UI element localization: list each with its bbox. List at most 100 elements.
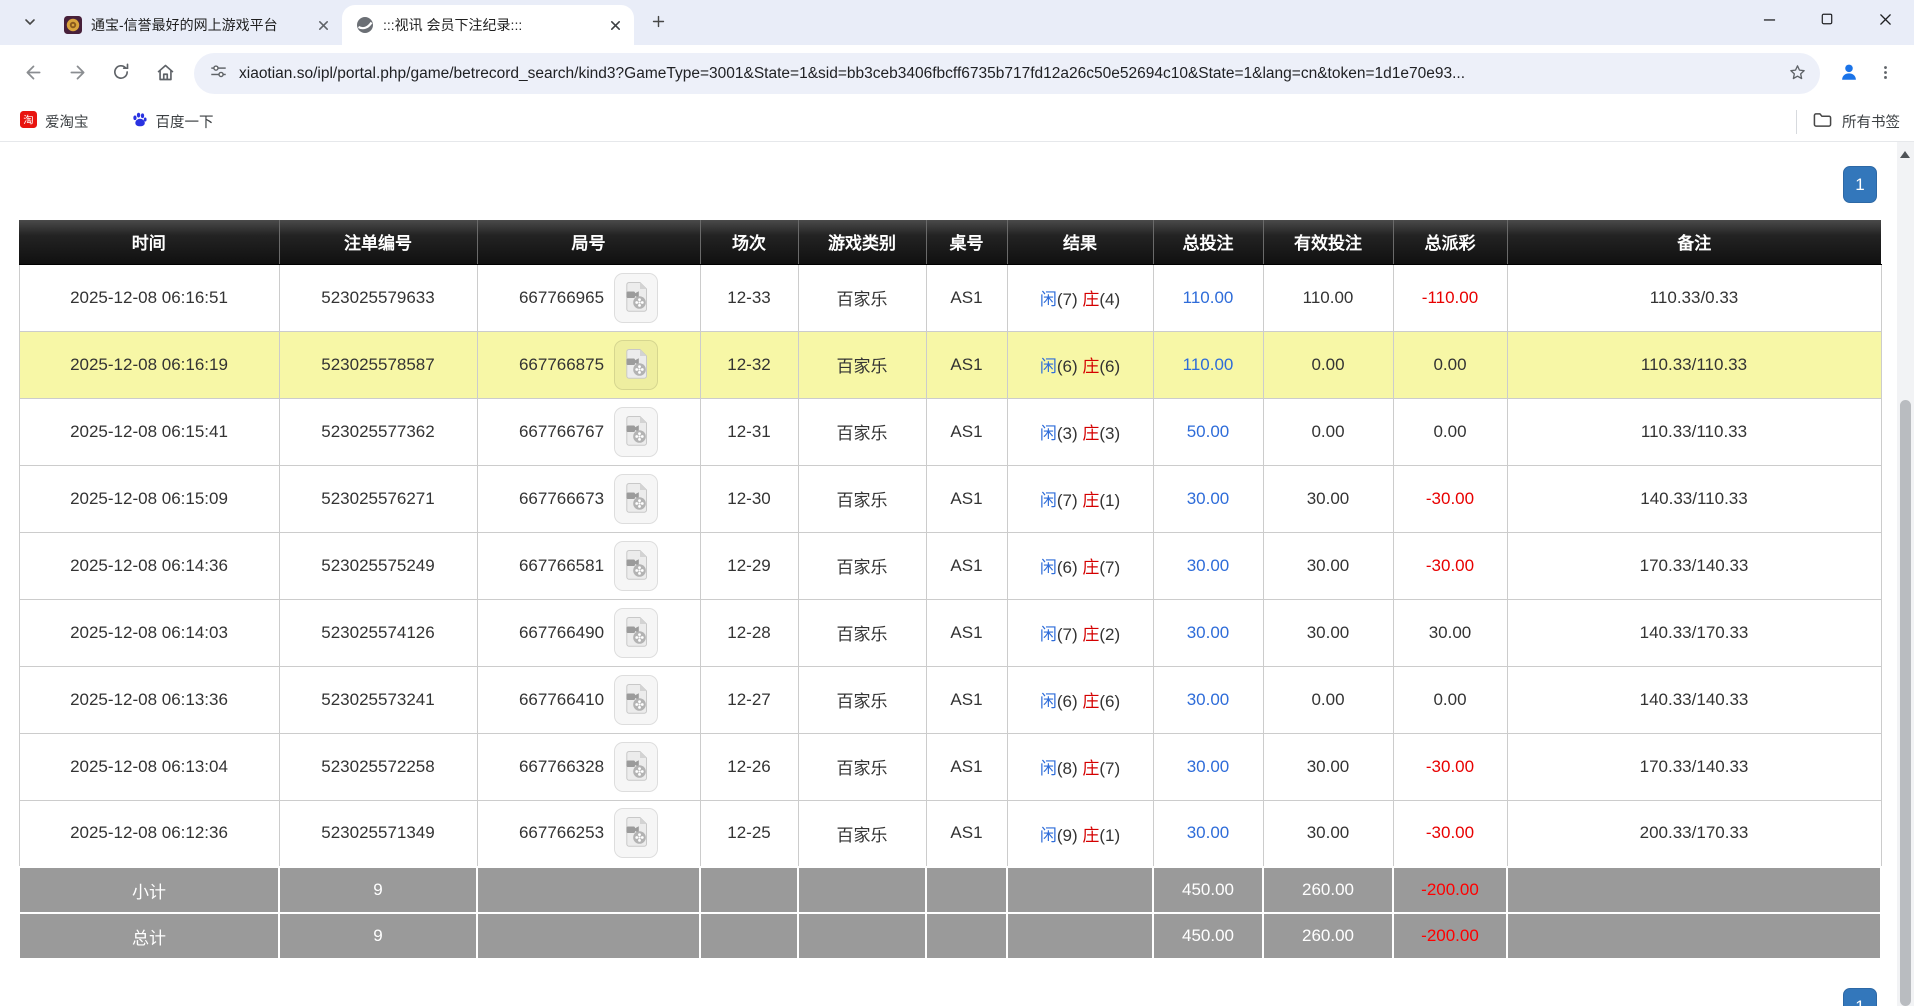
scrollbar[interactable] — [1897, 142, 1914, 1006]
scrollbar-thumb[interactable] — [1900, 400, 1911, 1006]
header-note: 备注 — [1507, 220, 1881, 264]
video-replay-icon — [623, 683, 649, 717]
table-row[interactable]: 2025-12-08 06:14:36523025575249667766581… — [19, 532, 1881, 599]
cell-round-no: 667766581 — [477, 532, 700, 599]
table-row[interactable]: 2025-12-08 06:15:09523025576271667766673… — [19, 465, 1881, 532]
bookmark-aitaobao[interactable]: 淘 爱淘宝 — [14, 107, 95, 136]
forward-button[interactable] — [56, 53, 98, 95]
page-content: 1 时间 注单编号 局号 场次 游戏类别 桌号 结果 总投注 有效投注 总派彩 … — [0, 142, 1914, 1006]
profile-button[interactable] — [1832, 57, 1866, 91]
cell-note: 140.33/140.33 — [1507, 666, 1881, 733]
cell-time: 2025-12-08 06:14:36 — [19, 532, 279, 599]
table-row[interactable]: 2025-12-08 06:16:19523025578587667766875… — [19, 331, 1881, 398]
cell-time: 2025-12-08 06:12:36 — [19, 800, 279, 867]
video-replay-button[interactable] — [614, 474, 658, 524]
cell-session: 12-33 — [700, 264, 798, 331]
video-replay-button[interactable] — [614, 541, 658, 591]
tab-strip: 通宝-信誉最好的网上游戏平台 :::视讯 会员下注纪录::: — [0, 0, 1914, 45]
cell-payout: -30.00 — [1393, 733, 1507, 800]
svg-text:淘: 淘 — [23, 113, 33, 126]
cell-payout: 0.00 — [1393, 331, 1507, 398]
table-row[interactable]: 2025-12-08 06:12:36523025571349667766253… — [19, 800, 1881, 867]
tab-close-button[interactable] — [604, 14, 626, 36]
cell-time: 2025-12-08 06:15:09 — [19, 465, 279, 532]
video-replay-button[interactable] — [614, 273, 658, 323]
scroll-up-arrow-icon[interactable] — [1900, 151, 1910, 158]
cell-game-type: 百家乐 — [798, 733, 926, 800]
cell-note: 110.33/0.33 — [1507, 264, 1881, 331]
reload-button[interactable] — [100, 53, 142, 95]
cell-round-no: 667766767 — [477, 398, 700, 465]
cell-session: 12-28 — [700, 599, 798, 666]
tab-search-button[interactable] — [12, 5, 48, 41]
video-replay-button[interactable] — [614, 608, 658, 658]
chevron-down-icon — [22, 14, 38, 33]
cell-round-no: 667766673 — [477, 465, 700, 532]
all-bookmarks[interactable]: 所有书签 — [1796, 110, 1900, 134]
tab-close-button[interactable] — [312, 14, 334, 36]
cell-table-no: AS1 — [926, 800, 1007, 867]
browser-tab-betrecord[interactable]: :::视讯 会员下注纪录::: — [342, 5, 634, 45]
round-no-text: 667766490 — [519, 623, 604, 643]
cell-empty — [798, 867, 926, 913]
bookmark-baidu[interactable]: 百度一下 — [125, 107, 220, 136]
video-replay-button[interactable] — [614, 407, 658, 457]
cell-valid-bet: 30.00 — [1263, 532, 1393, 599]
cell-empty — [477, 913, 700, 959]
cell-note: 170.33/140.33 — [1507, 733, 1881, 800]
home-button[interactable] — [144, 53, 186, 95]
table-header: 时间 注单编号 局号 场次 游戏类别 桌号 结果 总投注 有效投注 总派彩 备注 — [19, 220, 1881, 264]
round-no-text: 667766767 — [519, 422, 604, 442]
table-row[interactable]: 2025-12-08 06:14:03523025574126667766490… — [19, 599, 1881, 666]
cell-session: 12-27 — [700, 666, 798, 733]
browser-menu-button[interactable] — [1868, 57, 1902, 91]
video-replay-button[interactable] — [614, 808, 658, 858]
cell-bet-no: 523025572258 — [279, 733, 477, 800]
video-replay-icon — [623, 348, 649, 382]
round-no-text: 667766410 — [519, 690, 604, 710]
address-bar[interactable]: xiaotian.so/ipl/portal.php/game/betrecor… — [194, 53, 1820, 94]
pagination-button-bottom[interactable]: 1 — [1843, 988, 1877, 1006]
table-row[interactable]: 2025-12-08 06:13:04523025572258667766328… — [19, 733, 1881, 800]
cell-payout: -30.00 — [1393, 800, 1507, 867]
subtotal-label: 小计 — [19, 867, 279, 913]
cell-result: 闲(9) 庄(1) — [1007, 800, 1153, 867]
cell-bet-no: 523025578587 — [279, 331, 477, 398]
table-row[interactable]: 2025-12-08 06:15:41523025577362667766767… — [19, 398, 1881, 465]
cell-bet-no: 523025577362 — [279, 398, 477, 465]
cell-valid-bet: 30.00 — [1263, 800, 1393, 867]
video-replay-icon — [623, 816, 649, 850]
header-game-type: 游戏类别 — [798, 220, 926, 264]
url-text[interactable]: xiaotian.so/ipl/portal.php/game/betrecor… — [239, 65, 1768, 83]
total-total-bet: 450.00 — [1153, 913, 1263, 959]
header-table-no: 桌号 — [926, 220, 1007, 264]
round-no-text: 667766965 — [519, 288, 604, 308]
site-settings-icon[interactable] — [210, 63, 227, 85]
cell-table-no: AS1 — [926, 465, 1007, 532]
cell-time: 2025-12-08 06:14:03 — [19, 599, 279, 666]
cell-bet-no: 523025575249 — [279, 532, 477, 599]
cell-note: 200.33/170.33 — [1507, 800, 1881, 867]
close-window-button[interactable] — [1856, 0, 1914, 38]
video-replay-button[interactable] — [614, 675, 658, 725]
video-replay-icon — [623, 549, 649, 583]
video-replay-icon — [623, 415, 649, 449]
video-replay-button[interactable] — [614, 742, 658, 792]
table-row[interactable]: 2025-12-08 06:13:36523025573241667766410… — [19, 666, 1881, 733]
table-row[interactable]: 2025-12-08 06:16:51523025579633667766965… — [19, 264, 1881, 331]
browser-tab-tongbao[interactable]: 通宝-信誉最好的网上游戏平台 — [50, 5, 342, 45]
video-replay-button[interactable] — [614, 340, 658, 390]
pagination-button-top[interactable]: 1 — [1843, 166, 1877, 203]
forward-arrow-icon — [67, 62, 88, 86]
new-tab-button[interactable] — [640, 5, 676, 41]
header-valid-bet: 有效投注 — [1263, 220, 1393, 264]
header-total-bet: 总投注 — [1153, 220, 1263, 264]
taobao-icon: 淘 — [20, 111, 37, 132]
minimize-button[interactable] — [1740, 0, 1798, 38]
maximize-button[interactable] — [1798, 0, 1856, 38]
reload-icon — [111, 62, 131, 85]
bookmark-star-button[interactable] — [1780, 57, 1814, 91]
cell-payout: 0.00 — [1393, 666, 1507, 733]
back-button[interactable] — [12, 53, 54, 95]
cell-valid-bet: 30.00 — [1263, 733, 1393, 800]
